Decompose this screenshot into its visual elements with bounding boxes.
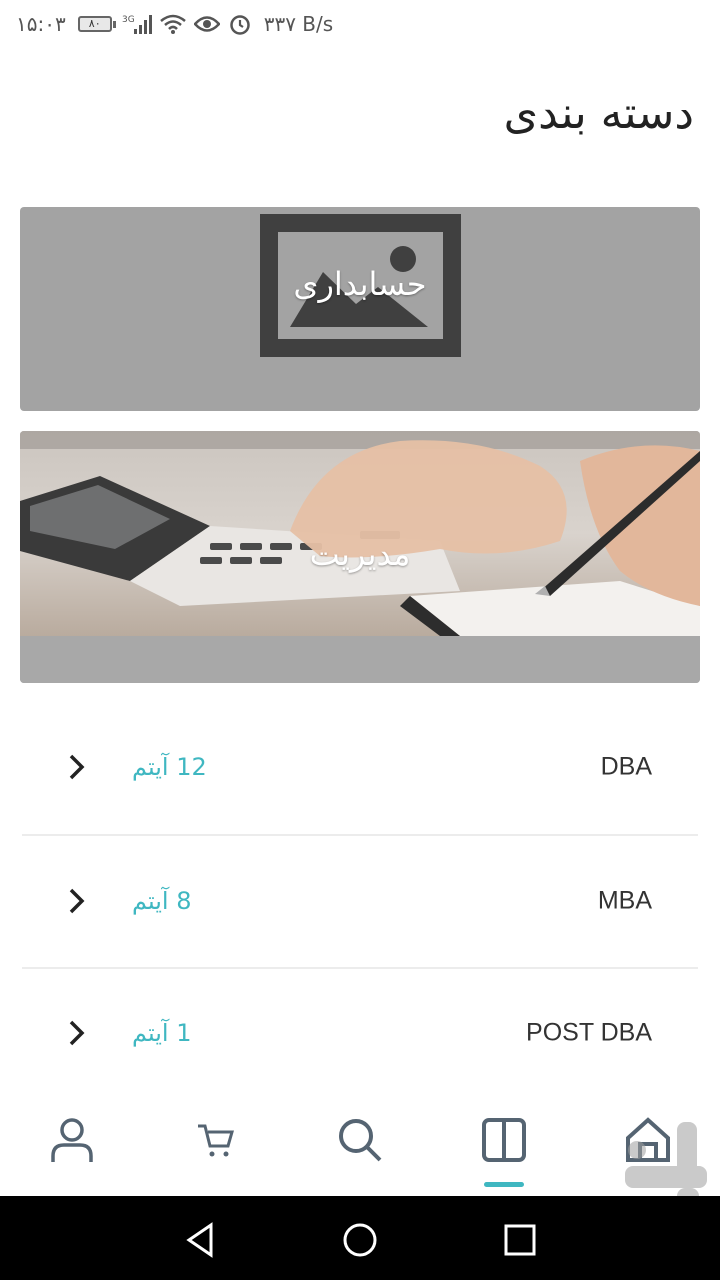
chevron-right-icon (69, 888, 85, 913)
item-count: 12 آیتم (132, 752, 207, 781)
item-count: 1 آیتم (132, 1018, 192, 1047)
wifi-icon (159, 14, 186, 34)
page-title: دسته بندی (503, 88, 694, 139)
calculator-photo (20, 431, 700, 636)
item-name: DBA (600, 752, 652, 780)
bottom-nav (0, 1098, 720, 1196)
network-type: 3G (122, 15, 135, 25)
category-card-accounting[interactable]: حسابداری (20, 207, 700, 411)
chevron-right-icon (69, 754, 85, 779)
alarm-icon (228, 12, 252, 36)
recents-icon[interactable] (500, 1220, 540, 1260)
item-count: 8 آیتم (132, 886, 192, 915)
home-circle-icon[interactable] (340, 1220, 380, 1260)
chevron-right-icon (69, 1020, 85, 1045)
item-name: MBA (597, 886, 652, 914)
category-card-management[interactable]: مدیریت (20, 431, 700, 683)
back-icon[interactable] (180, 1220, 220, 1260)
categories-icon[interactable] (474, 1110, 534, 1170)
network-speed: ۳۳۷ B/s (263, 12, 334, 36)
category-label: حسابداری (293, 265, 427, 303)
category-label: مدیریت (309, 535, 411, 573)
item-name: POST DBA (526, 1018, 652, 1046)
eye-icon (193, 15, 220, 33)
cart-icon[interactable] (186, 1110, 246, 1170)
status-time: ۱۵:۰۳ (16, 12, 66, 36)
list-item[interactable]: 12 آیتم DBA (22, 700, 698, 833)
list-item[interactable]: 1 آیتم POST DBA (22, 966, 698, 1099)
system-nav-bar (0, 1196, 720, 1280)
list-item[interactable]: 8 آیتم MBA (22, 834, 698, 967)
battery-icon: ۸۰ (77, 16, 116, 32)
search-icon[interactable] (330, 1110, 390, 1170)
profile-icon[interactable] (42, 1110, 102, 1170)
signal-icon: 3G (122, 13, 152, 35)
status-bar: ۱۵:۰۳ ۸۰ 3G ۳۳۷ B/s (0, 0, 720, 48)
active-tab-indicator (484, 1182, 524, 1187)
